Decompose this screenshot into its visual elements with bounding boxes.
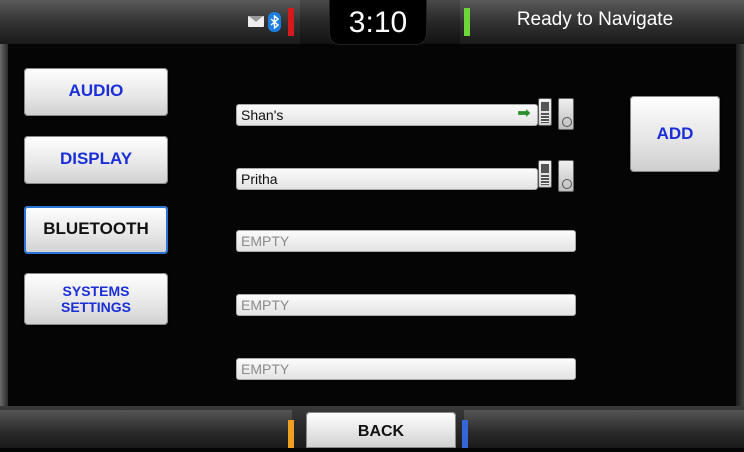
connected-arrow-icon: ➡ [517,105,531,122]
bottom-indicator-orange [288,420,294,448]
device-slot-4[interactable]: EMPTY [236,294,576,316]
navigation-status: Ready to Navigate [516,9,674,30]
clock-panel: 3:10 [330,0,426,44]
device-name: Shan's [241,107,284,123]
device-slot-2[interactable]: Pritha [236,168,538,190]
clock: 3:10 [348,6,408,39]
audio-button[interactable]: AUDIO [24,68,168,116]
phone-icon [538,160,552,188]
right-bezel [736,44,744,406]
bluetooth-button[interactable]: BLUETOOTH [24,206,168,254]
device-name: Pritha [241,171,278,187]
add-device-button[interactable]: ADD [630,96,720,172]
device-name: EMPTY [241,233,290,249]
bottom-indicator-blue [462,420,468,448]
media-icon [558,98,574,130]
media-icon [558,160,574,192]
bluetooth-icon [268,12,281,32]
bottom-left-panel [0,410,292,448]
systems-settings-label-line2: SETTINGS [60,299,131,315]
device-name: EMPTY [241,361,290,377]
phone-icon [538,98,552,126]
display-button[interactable]: DISPLAY [24,136,168,184]
device-name: EMPTY [241,297,290,313]
device-slot-3[interactable]: EMPTY [236,230,576,252]
systems-settings-label-line1: SYSTEMS [62,283,130,299]
mail-icon [248,16,264,27]
left-bezel [0,44,8,406]
device-slot-1[interactable]: Shan's [236,104,538,126]
systems-settings-button[interactable]: SYSTEMS SETTINGS [24,273,168,325]
device-slot-5[interactable]: EMPTY [236,358,576,380]
back-button[interactable]: BACK [306,412,456,448]
bottom-right-panel [464,410,744,448]
status-indicator-red [288,8,294,36]
